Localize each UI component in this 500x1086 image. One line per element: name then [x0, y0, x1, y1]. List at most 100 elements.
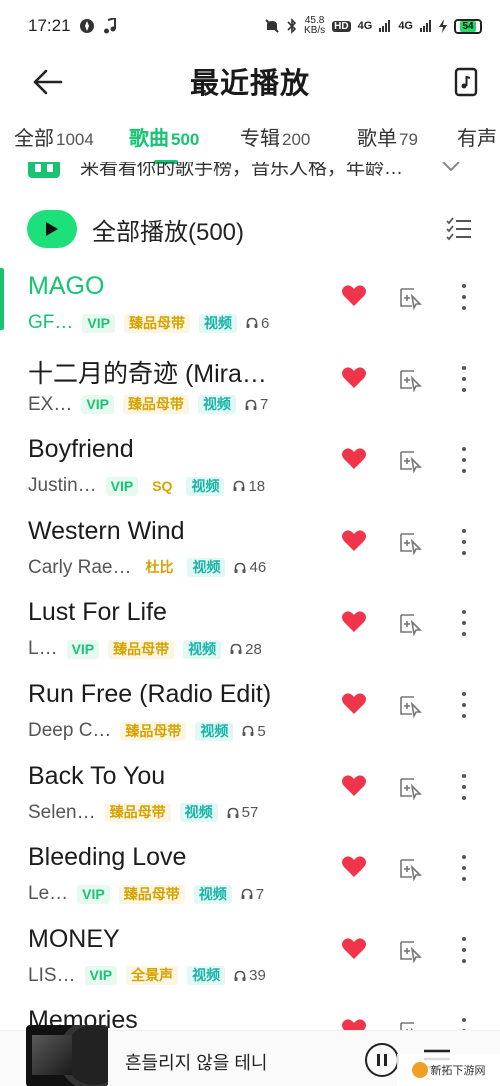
phone-music-icon — [454, 67, 478, 97]
tab-audiobooks-label: 有声 — [457, 128, 497, 150]
play-all-label[interactable]: 全部播放(500) — [92, 212, 244, 247]
network-speed: 45.8 KB/s — [304, 16, 325, 36]
song-meta: L… VIP 臻品母带 视频 28 — [28, 637, 262, 661]
tab-playlists[interactable]: 歌单 79 — [357, 120, 418, 160]
play-all-row: 全部播放(500) — [27, 206, 477, 252]
add-to-playlist-icon[interactable] — [398, 284, 424, 310]
song-meta: EX… VIP 臻品母带 视频 7 — [28, 393, 268, 417]
signal-2-label: 4G — [398, 20, 413, 32]
play-all-button[interactable] — [27, 210, 77, 248]
song-row[interactable]: MONEY LIS… VIP 全景声 视频 39 — [0, 921, 500, 1003]
add-to-playlist-icon[interactable] — [398, 447, 424, 474]
heart-icon[interactable] — [341, 937, 367, 961]
collapse-icon[interactable] — [440, 162, 462, 178]
now-playing-title[interactable]: 흔들리지 않을 테니 — [125, 1049, 267, 1075]
listen-count: 18 — [233, 478, 265, 495]
song-artist: Le… — [28, 883, 69, 905]
more-options-icon[interactable] — [454, 608, 474, 638]
more-options-icon[interactable] — [454, 935, 474, 965]
add-to-playlist-icon[interactable] — [398, 774, 424, 800]
song-tag: 杜比 — [145, 559, 174, 576]
add-to-playlist-icon[interactable] — [398, 692, 424, 718]
watermark-logo-icon — [411, 1062, 428, 1078]
song-title: Run Free (Radio Edit) — [28, 680, 272, 708]
song-tag: 全景声 — [126, 966, 179, 986]
tab-songs[interactable]: 歌曲 500 — [129, 120, 199, 160]
more-options-icon[interactable] — [454, 527, 474, 557]
heart-icon[interactable] — [341, 366, 367, 390]
song-meta: Carly Rae… 杜比 视频 46 — [28, 556, 266, 580]
listen-count-value: 46 — [249, 559, 267, 577]
song-title: MAGO — [28, 272, 105, 300]
song-tag: 臻品母带 — [123, 313, 190, 333]
song-meta: Le… VIP 臻品母带 视频 7 — [28, 882, 264, 906]
headphones-icon — [246, 317, 258, 328]
heart-icon[interactable] — [341, 774, 367, 798]
song-artist: LIS… — [28, 964, 76, 986]
add-to-playlist-icon[interactable] — [398, 855, 424, 882]
song-title: 十二月的奇迹 (Mira… — [28, 359, 267, 388]
song-title: Western Wind — [28, 516, 185, 545]
song-tag: 视频 — [183, 639, 222, 659]
local-music-button[interactable] — [446, 62, 486, 102]
album-cover[interactable] — [26, 1025, 108, 1086]
add-to-playlist-icon[interactable] — [398, 937, 424, 963]
song-row[interactable]: Back To You Selen… 臻品母带 视频 57 — [0, 758, 500, 840]
add-to-playlist-icon[interactable] — [398, 610, 424, 637]
banner[interactable]: 来看看你的歌手榜，音乐人格，年龄… — [0, 162, 500, 184]
tab-all[interactable]: 全部 1004 — [14, 120, 94, 160]
bluetooth-icon — [287, 18, 297, 34]
song-title: Back To You — [28, 761, 166, 790]
song-tag: 臻品母带 — [120, 721, 187, 741]
pause-button[interactable] — [365, 1043, 399, 1077]
headphones-icon — [234, 562, 246, 573]
tab-all-label: 全部 — [14, 128, 54, 150]
song-row[interactable]: Run Free (Radio Edit) Deep C… 臻品母带 视频 5 — [0, 676, 500, 758]
song-tag: 臻品母带 — [118, 884, 185, 904]
listen-count: 7 — [241, 886, 264, 903]
more-options-icon[interactable] — [454, 853, 474, 883]
heart-icon[interactable] — [341, 855, 367, 879]
headphones-icon — [227, 807, 239, 818]
song-row[interactable]: Bleeding Love Le… VIP 臻品母带 视频 7 — [0, 839, 500, 921]
song-tag: 视频 — [195, 721, 234, 741]
song-artist: Selen… — [28, 801, 96, 823]
tab-audiobooks[interactable]: 有声 — [457, 120, 499, 160]
song-tag: 视频 — [187, 966, 226, 986]
more-options-icon[interactable] — [454, 364, 474, 394]
heart-icon[interactable] — [341, 610, 367, 634]
song-row[interactable]: MAGO GF… VIP 臻品母带 视频 6 — [0, 268, 500, 350]
more-options-icon[interactable] — [454, 772, 474, 802]
tab-all-count: 1004 — [56, 130, 94, 149]
listen-count-value: 5 — [257, 722, 266, 740]
more-options-icon[interactable] — [454, 690, 474, 720]
song-tag: VIP — [84, 966, 118, 986]
back-button[interactable] — [28, 62, 68, 102]
heart-icon[interactable] — [341, 529, 367, 553]
song-meta: Deep C… 臻品母带 视频 5 — [28, 719, 266, 743]
song-row[interactable]: Boyfriend Justin… VIP SQ 视频 18 — [0, 431, 500, 513]
song-row[interactable]: 十二月的奇迹 (Mira… EX… VIP 臻品母带 视频 7 — [0, 350, 500, 432]
song-tag: 视频 — [179, 803, 218, 823]
song-meta: GF… VIP 臻品母带 视频 6 — [28, 311, 269, 335]
page-title: 最近播放 — [189, 68, 310, 100]
headphones-icon — [230, 644, 242, 655]
tab-albums[interactable]: 专辑 200 — [240, 120, 310, 160]
multi-select-icon[interactable] — [445, 215, 473, 243]
more-options-icon[interactable] — [454, 445, 474, 475]
headphones-icon — [245, 399, 257, 410]
headphones-icon — [242, 725, 254, 736]
heart-icon[interactable] — [341, 447, 367, 471]
song-row[interactable]: Lust For Life L… VIP 臻品母带 视频 28 — [0, 594, 500, 676]
song-row[interactable]: Western Wind Carly Rae… 杜比 视频 46 — [0, 513, 500, 595]
tab-songs-count: 500 — [171, 130, 200, 149]
status-bar: 17:21 45.8 KB/s HD 4G 4G 54 — [0, 0, 500, 52]
listen-count: 46 — [234, 559, 266, 576]
heart-icon[interactable] — [341, 692, 367, 716]
listen-count-value: 18 — [248, 477, 266, 495]
add-to-playlist-icon[interactable] — [398, 529, 424, 555]
song-meta: Justin… VIP SQ 视频 18 — [28, 474, 265, 498]
more-options-icon[interactable] — [454, 282, 474, 312]
heart-icon[interactable] — [341, 284, 367, 308]
add-to-playlist-icon[interactable] — [398, 366, 424, 392]
